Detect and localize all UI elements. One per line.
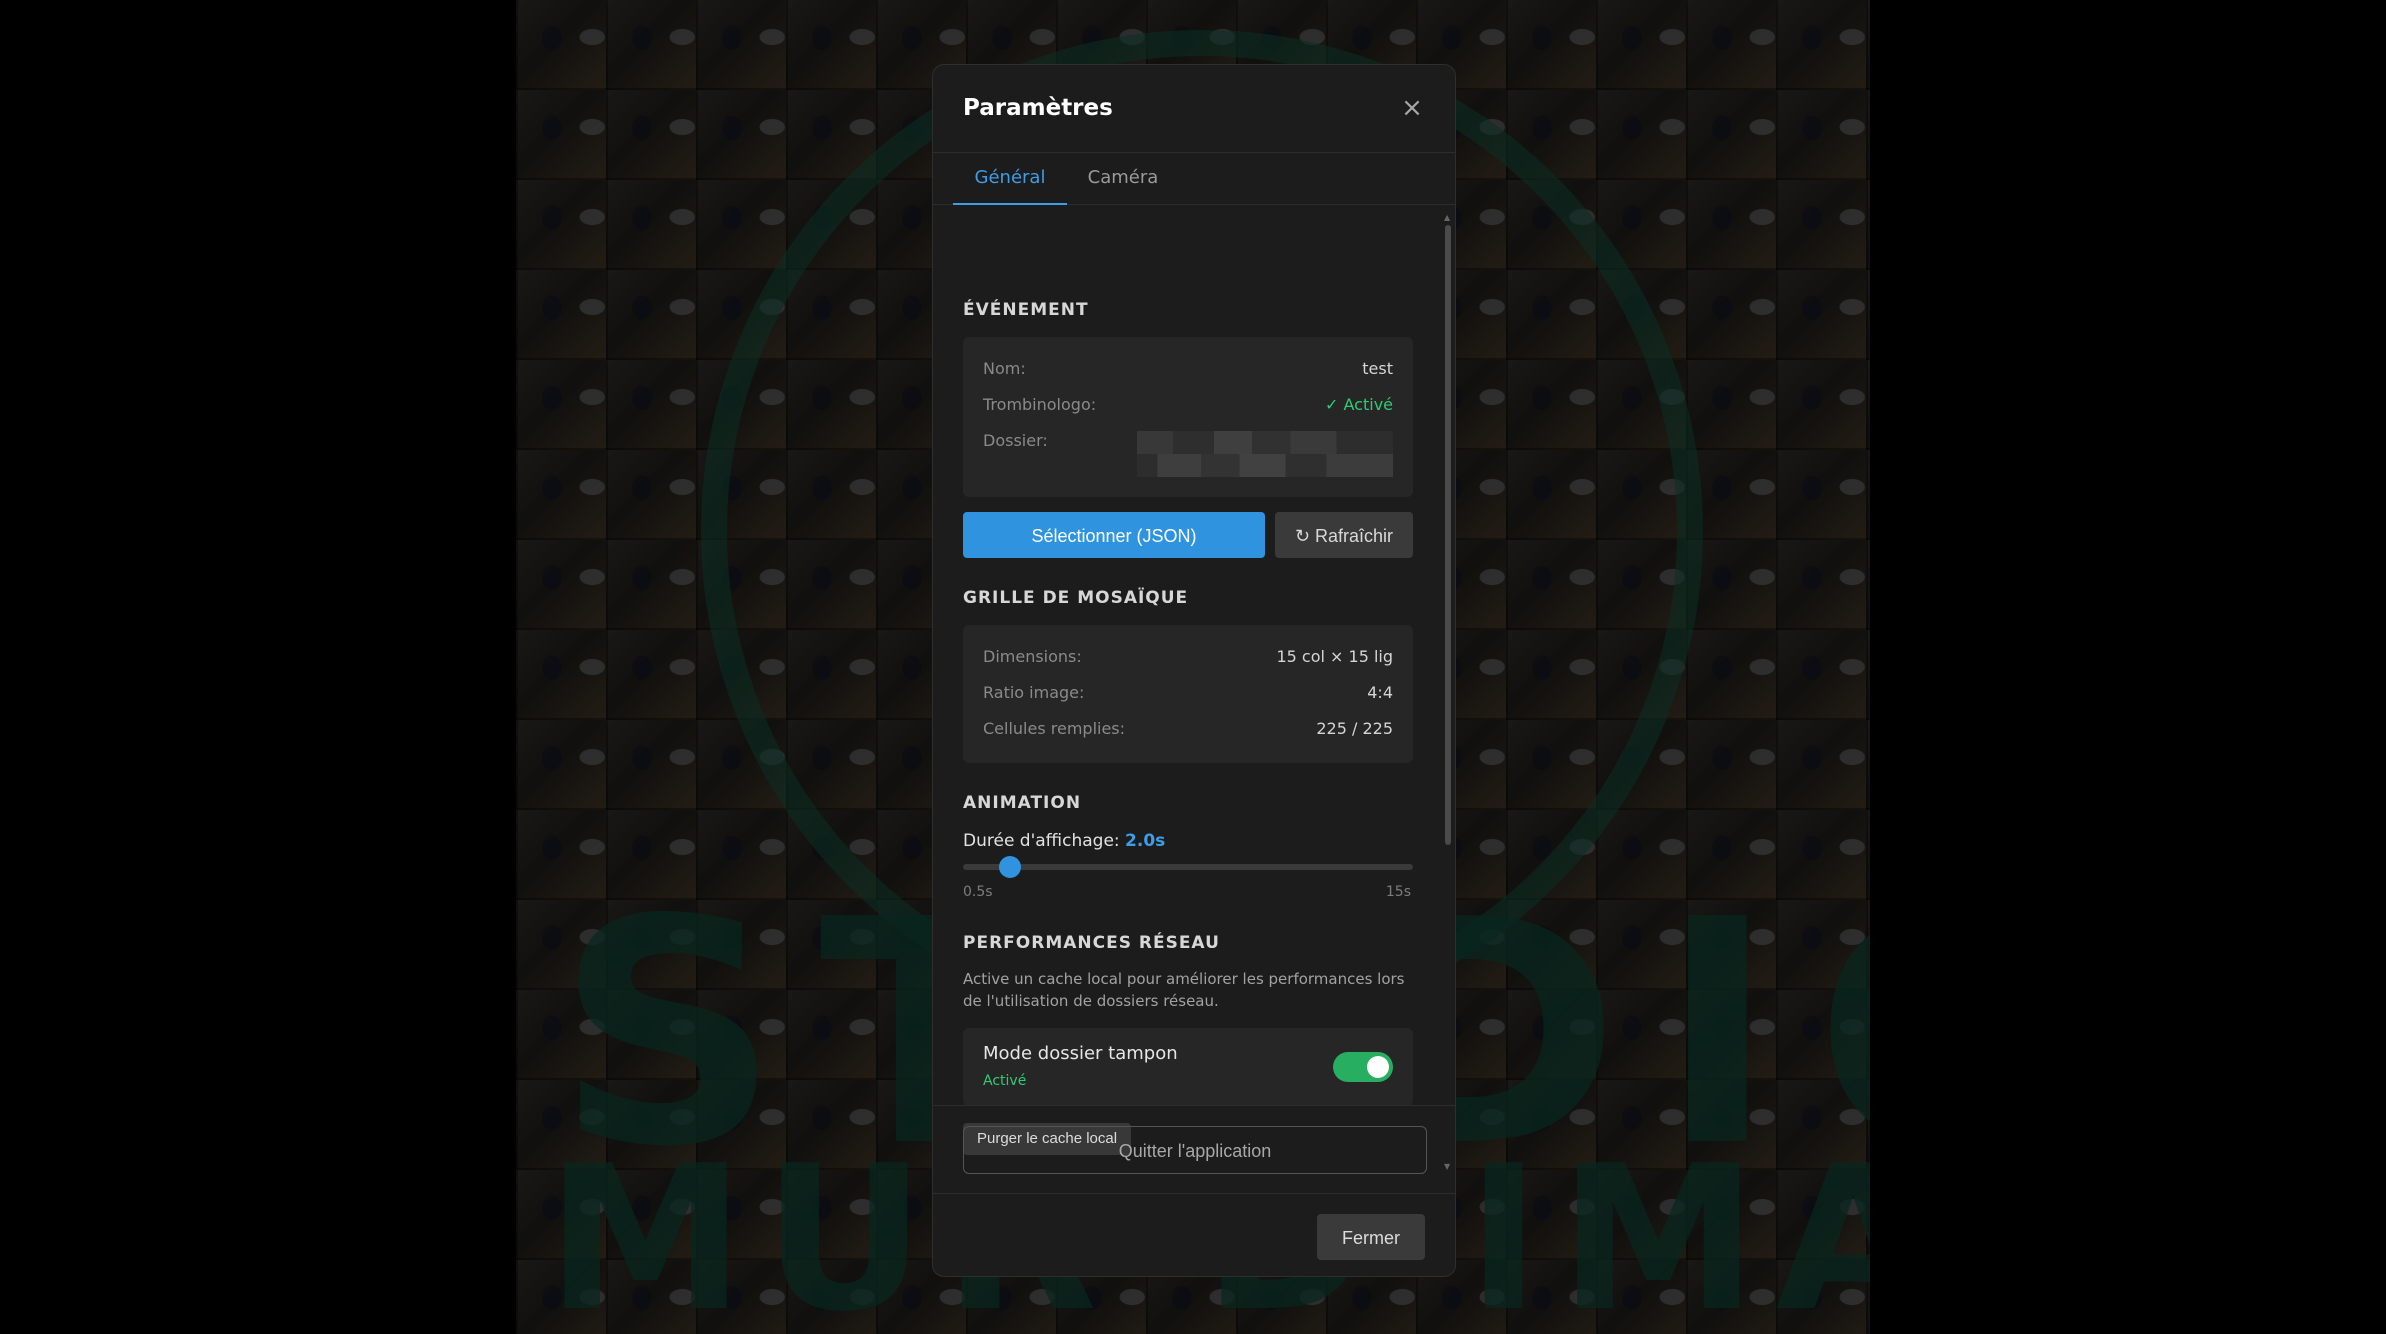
- info-row-dimensions: Dimensions: 15 col × 15 lig: [983, 647, 1393, 669]
- buffer-mode-title: Mode dossier tampon: [983, 1043, 1178, 1064]
- info-value: 4:4: [1367, 683, 1393, 702]
- info-label: Trombinologo:: [983, 395, 1097, 414]
- info-row-trombinologo: Trombinologo: ✓ Activé: [983, 395, 1393, 417]
- select-json-button[interactable]: Sélectionner (JSON): [963, 512, 1265, 558]
- toggle-knob: [1367, 1056, 1389, 1078]
- section-title-event: ÉVÉNEMENT: [963, 300, 1089, 320]
- duration-label-text: Durée d'affichage:: [963, 831, 1120, 851]
- quit-app-button[interactable]: Quitter l'application: [963, 1126, 1427, 1174]
- info-row-name: Nom: test: [983, 359, 1393, 381]
- duration-value: 2.0s: [1125, 831, 1166, 851]
- status-badge: ✓ Activé: [1325, 395, 1393, 414]
- section-title-network: PERFORMANCES RÉSEAU: [963, 933, 1220, 953]
- info-value: 15 col × 15 lig: [1276, 647, 1393, 666]
- network-description: Active un cache local pour améliorer les…: [963, 970, 1405, 1010]
- buffer-mode-card: Mode dossier tampon Activé: [963, 1028, 1413, 1106]
- section-title-animation: ANIMATION: [963, 793, 1082, 813]
- scroll-thumb[interactable]: [1445, 225, 1451, 845]
- content-scrollbar[interactable]: ▲ ▼: [1443, 213, 1453, 1171]
- info-value: test: [1362, 359, 1393, 378]
- slider-handle[interactable]: [998, 856, 1021, 878]
- modal-title: Paramètres: [963, 95, 1113, 121]
- folder-path-redacted: [1137, 431, 1393, 477]
- event-info-card: Nom: test Trombinologo: ✓ Activé Dossier…: [963, 337, 1413, 497]
- slider-min-label: 0.5s: [963, 884, 993, 900]
- info-label: Dimensions:: [983, 647, 1082, 666]
- grid-info-card: Dimensions: 15 col × 15 lig Ratio image:…: [963, 625, 1413, 763]
- modal-footer: Fermer: [933, 1193, 1455, 1276]
- settings-content: ÉVÉNEMENT Nom: test Trombinologo: ✓ Acti…: [933, 206, 1455, 1170]
- modal-header: Paramètres ×: [933, 65, 1455, 153]
- tab-general[interactable]: Général: [953, 153, 1067, 205]
- scroll-up-icon[interactable]: ▲: [1444, 213, 1450, 222]
- buffer-mode-toggle[interactable]: [1333, 1052, 1393, 1082]
- duration-label: Durée d'affichage: 2.0s: [963, 831, 1165, 851]
- quit-area: Quitter l'application: [933, 1105, 1455, 1193]
- info-row-cells: Cellules remplies: 225 / 225: [983, 719, 1393, 741]
- section-title-grid: GRILLE DE MOSAÏQUE: [963, 588, 1189, 608]
- info-value: 225 / 225: [1316, 719, 1393, 738]
- tab-camera[interactable]: Caméra: [1073, 153, 1173, 205]
- refresh-button[interactable]: ↻ Rafraîchir: [1275, 512, 1413, 558]
- info-row-ratio: Ratio image: 4:4: [983, 683, 1393, 705]
- slider-max-label: 15s: [1385, 884, 1411, 900]
- info-label: Nom:: [983, 359, 1026, 378]
- close-icon[interactable]: ×: [1397, 93, 1427, 123]
- close-button[interactable]: Fermer: [1317, 1214, 1425, 1260]
- settings-modal: Paramètres × Général Caméra ÉVÉNEMENT No…: [932, 64, 1456, 1277]
- info-label: Dossier:: [983, 431, 1048, 450]
- buffer-mode-status: Activé: [983, 1073, 1027, 1089]
- info-label: Ratio image:: [983, 683, 1085, 702]
- tab-bar: Général Caméra: [933, 153, 1455, 205]
- duration-slider[interactable]: [963, 856, 1413, 878]
- info-label: Cellules remplies:: [983, 719, 1126, 738]
